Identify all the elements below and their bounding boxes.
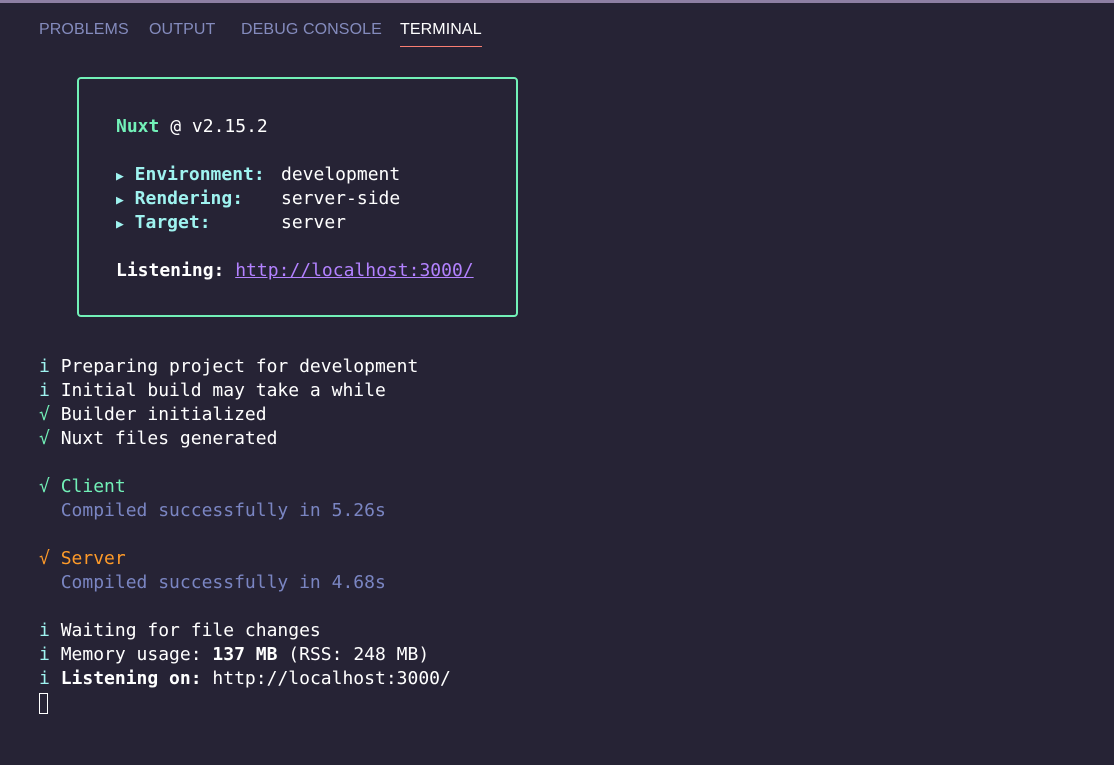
client-label: Client <box>60 476 126 497</box>
info-icon: i <box>39 356 50 377</box>
log-line-files: √ Nuxt files generated <box>39 427 277 451</box>
log-text: Preparing project for development <box>60 356 419 377</box>
check-icon: √ <box>39 548 50 569</box>
log-line-listening-on: i Listening on: http://localhost:3000/ <box>39 667 451 691</box>
log-text: Builder initialized <box>60 404 267 425</box>
log-text: Nuxt files generated <box>60 428 278 449</box>
listening-url-link[interactable]: http://localhost:3000/ <box>235 260 473 281</box>
log-line-client-status: Compiled successfully in 5.26s <box>39 499 386 523</box>
nuxt-name: Nuxt <box>116 116 160 137</box>
check-icon: √ <box>39 404 50 425</box>
server-label: Server <box>60 548 126 569</box>
memory-value: 137 MB <box>212 644 278 665</box>
memory-rss: (RSS: 248 MB) <box>288 644 430 665</box>
banner-environment: ▶ Environment: development <box>116 163 400 187</box>
memory-prefix: Memory usage: <box>60 644 202 665</box>
info-icon: i <box>39 620 50 641</box>
terminal-output[interactable]: Nuxt @ v2.15.2 ▶ Environment: development… <box>0 0 1114 765</box>
triangle-right-icon: ▶ <box>116 169 124 184</box>
environment-label: Environment: <box>134 164 265 185</box>
banner-rendering: ▶ Rendering: server-side <box>116 187 400 211</box>
client-status: Compiled successfully in 5.26s <box>60 500 386 521</box>
check-icon: √ <box>39 476 50 497</box>
log-line-builder: √ Builder initialized <box>39 403 267 427</box>
listening-label: Listening: <box>116 260 225 281</box>
rendering-label: Rendering: <box>134 188 244 209</box>
log-line-server: √ Server <box>39 547 126 571</box>
server-status: Compiled successfully in 4.68s <box>60 572 386 593</box>
rendering-value: server-side <box>281 188 401 209</box>
nuxt-version: v2.15.2 <box>191 116 268 137</box>
log-line-preparing: i Preparing project for development <box>39 355 418 379</box>
listening-on-label: Listening on: <box>60 668 202 689</box>
log-line-server-status: Compiled successfully in 4.68s <box>39 571 386 595</box>
info-icon: i <box>39 644 50 665</box>
banner-target: ▶ Target: server <box>116 211 346 235</box>
log-line-memory: i Memory usage: 137 MB (RSS: 248 MB) <box>39 643 429 667</box>
triangle-right-icon: ▶ <box>116 217 124 232</box>
log-line-client: √ Client <box>39 475 126 499</box>
environment-value: development <box>281 164 401 185</box>
log-text: Waiting for file changes <box>60 620 321 641</box>
log-line-waiting: i Waiting for file changes <box>39 619 321 643</box>
terminal-cursor <box>39 693 48 714</box>
info-icon: i <box>39 380 50 401</box>
banner-title: Nuxt @ v2.15.2 <box>116 115 268 139</box>
target-label: Target: <box>134 212 211 233</box>
target-value: server <box>281 212 347 233</box>
log-line-initial-build: i Initial build may take a while <box>39 379 386 403</box>
info-icon: i <box>39 668 50 689</box>
triangle-right-icon: ▶ <box>116 193 124 208</box>
banner-listening: Listening: http://localhost:3000/ <box>116 259 474 283</box>
check-icon: √ <box>39 428 50 449</box>
banner-at: @ <box>170 116 182 137</box>
listening-on-url[interactable]: http://localhost:3000/ <box>212 668 450 689</box>
log-text: Initial build may take a while <box>60 380 386 401</box>
